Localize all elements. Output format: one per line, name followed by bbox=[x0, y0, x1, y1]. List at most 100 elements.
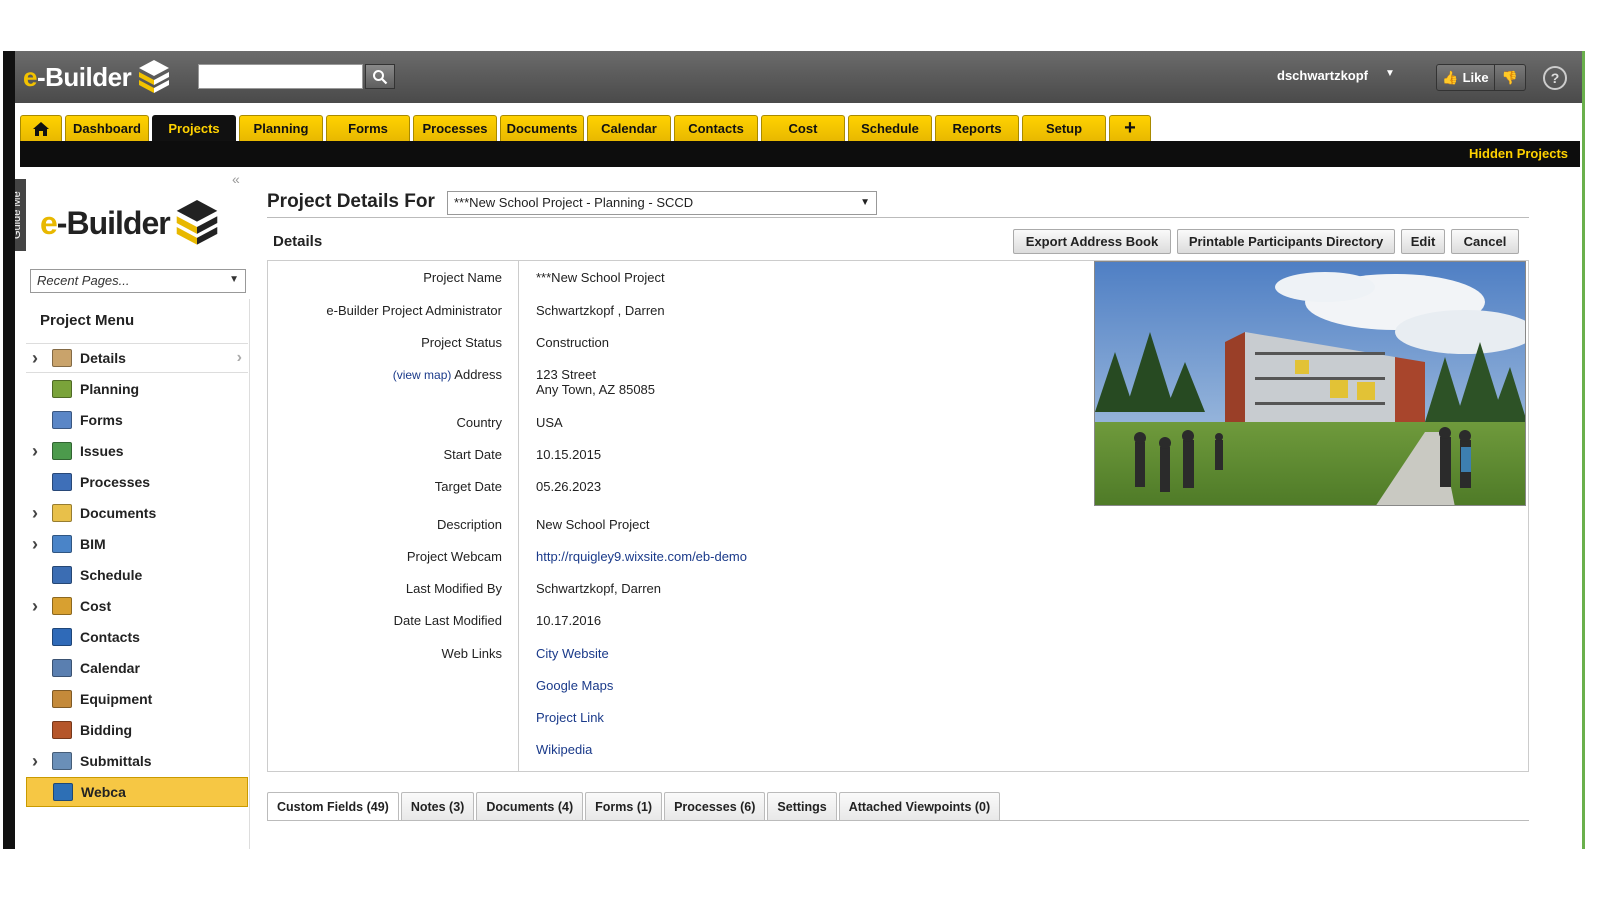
country-label: Country bbox=[456, 415, 502, 430]
tab-documents[interactable]: Documents (4) bbox=[476, 792, 584, 820]
cancel-button[interactable]: Cancel bbox=[1451, 229, 1519, 254]
address-label-row: (view map) Address bbox=[393, 367, 502, 382]
sidebar-item-submittals[interactable]: › Submittals bbox=[26, 746, 248, 776]
web-link-city-website[interactable]: City Website bbox=[536, 646, 609, 661]
project-name-value: ***New School Project bbox=[536, 270, 665, 285]
tab-documents[interactable]: Documents bbox=[500, 115, 584, 141]
project-webcam-label: Project Webcam bbox=[406, 549, 502, 564]
gavel-icon bbox=[52, 721, 72, 739]
sidebar-item-label: Webca bbox=[81, 784, 126, 800]
collapse-sidebar-icon[interactable]: « bbox=[232, 171, 240, 187]
nav-tabs: Dashboard Projects Planning Forms Proces… bbox=[20, 115, 1151, 141]
tab-calendar[interactable]: Calendar bbox=[587, 115, 671, 141]
issues-icon bbox=[52, 442, 72, 460]
tab-forms[interactable]: Forms bbox=[326, 115, 410, 141]
processes-icon bbox=[52, 473, 72, 491]
last-modified-by-value: Schwartzkopf, Darren bbox=[536, 581, 661, 596]
sidebar-item-webcam[interactable]: Webca bbox=[26, 777, 248, 807]
project-webcam-link[interactable]: http://rquigley9.wixsite.com/eb-demo bbox=[536, 549, 747, 564]
sidebar-item-bidding[interactable]: Bidding bbox=[26, 715, 248, 745]
submittals-icon bbox=[52, 752, 72, 770]
sidebar-item-label: Issues bbox=[80, 443, 124, 459]
tab-cost[interactable]: Cost bbox=[761, 115, 845, 141]
tab-contacts[interactable]: Contacts bbox=[674, 115, 758, 141]
chevron-right-icon[interactable]: › bbox=[26, 596, 44, 617]
sidebar-item-forms[interactable]: Forms bbox=[26, 405, 248, 435]
like-dislike-group: 👍 Like 👎 bbox=[1436, 64, 1526, 91]
tab-custom-fields[interactable]: Custom Fields (49) bbox=[267, 792, 399, 820]
tab-projects[interactable]: Projects bbox=[152, 115, 236, 141]
tab-processes[interactable]: Processes (6) bbox=[664, 792, 766, 820]
top-header: e-Builder dschwartzkopf ▼ 👍 Like 👎 ? bbox=[15, 51, 1582, 103]
status-label: Project Status bbox=[421, 335, 502, 350]
tab-dashboard[interactable]: Dashboard bbox=[65, 115, 149, 141]
chevron-right-icon[interactable]: › bbox=[26, 503, 44, 524]
sidebar-item-calendar[interactable]: Calendar bbox=[26, 653, 248, 683]
user-menu-caret-icon[interactable]: ▼ bbox=[1385, 68, 1395, 79]
recent-pages-select[interactable]: Recent Pages... ▼ bbox=[30, 269, 246, 293]
sidebar-item-label: Details bbox=[80, 350, 126, 366]
brand-logo[interactable]: e-Builder bbox=[23, 57, 171, 97]
sidebar-item-issues[interactable]: › Issues bbox=[26, 436, 248, 466]
project-select-value: ***New School Project - Planning - SCCD bbox=[454, 195, 694, 210]
country-value: USA bbox=[536, 415, 563, 430]
global-search-input[interactable] bbox=[198, 64, 363, 89]
hidden-projects-link[interactable]: Hidden Projects bbox=[1469, 146, 1568, 161]
tab-attached-viewpoints[interactable]: Attached Viewpoints (0) bbox=[838, 792, 1001, 820]
dislike-button[interactable]: 👎 bbox=[1495, 65, 1525, 90]
edit-button[interactable]: Edit bbox=[1401, 229, 1445, 254]
project-menu-title: Project Menu bbox=[40, 312, 135, 329]
cube-logo-icon bbox=[176, 200, 217, 245]
like-label: Like bbox=[1462, 70, 1489, 85]
tab-reports[interactable]: Reports bbox=[935, 115, 1019, 141]
help-button[interactable]: ? bbox=[1543, 66, 1567, 90]
project-select[interactable]: ***New School Project - Planning - SCCD … bbox=[447, 191, 877, 215]
main-nav: Dashboard Projects Planning Forms Proces… bbox=[15, 103, 1582, 141]
tab-settings[interactable]: Settings bbox=[767, 792, 837, 820]
forms-icon bbox=[52, 411, 72, 429]
tab-forms[interactable]: Forms (1) bbox=[585, 792, 663, 820]
tab-notes[interactable]: Notes (3) bbox=[400, 792, 475, 820]
home-icon bbox=[33, 121, 49, 136]
sidebar-item-bim[interactable]: › BIM bbox=[26, 529, 248, 559]
search-button[interactable] bbox=[365, 64, 395, 89]
details-label-column: Project Name e-Builder Project Administr… bbox=[268, 261, 519, 771]
chevron-right-icon[interactable]: › bbox=[26, 348, 44, 369]
sidebar-item-equipment[interactable]: Equipment bbox=[26, 684, 248, 714]
web-link-wikipedia[interactable]: Wikipedia bbox=[536, 742, 592, 757]
sidebar-item-planning[interactable]: Planning bbox=[26, 374, 248, 404]
project-menu: Project Menu › Details › Planning Forms › Issu… bbox=[26, 299, 250, 849]
like-button[interactable]: 👍 Like bbox=[1437, 65, 1495, 90]
sidebar-item-documents[interactable]: › Documents bbox=[26, 498, 248, 528]
sidebar-item-processes[interactable]: Processes bbox=[26, 467, 248, 497]
printable-participants-directory-button[interactable]: Printable Participants Directory bbox=[1177, 229, 1395, 254]
sidebar-item-cost[interactable]: › Cost bbox=[26, 591, 248, 621]
sidebar-item-schedule[interactable]: Schedule bbox=[26, 560, 248, 590]
sidebar-item-contacts[interactable]: Contacts bbox=[26, 622, 248, 652]
web-link-google-maps[interactable]: Google Maps bbox=[536, 678, 613, 693]
thumbs-up-icon: 👍 bbox=[1442, 69, 1459, 85]
main-content: Project Details For ***New School Projec… bbox=[267, 167, 1529, 849]
chevron-right-icon: › bbox=[236, 349, 242, 366]
sidebar-item-label: Bidding bbox=[80, 722, 133, 738]
view-map-link[interactable]: (view map) bbox=[393, 368, 452, 382]
chevron-right-icon[interactable]: › bbox=[26, 534, 44, 555]
schedule-icon bbox=[52, 566, 72, 584]
sidebar-item-details[interactable]: › Details › bbox=[26, 343, 248, 373]
contacts-book-icon bbox=[52, 628, 72, 646]
tab-setup[interactable]: Setup bbox=[1022, 115, 1106, 141]
description-label: Description bbox=[436, 517, 502, 532]
add-tab-button[interactable]: + bbox=[1109, 115, 1151, 141]
user-menu-name[interactable]: dschwartzkopf bbox=[1277, 68, 1368, 83]
tab-schedule[interactable]: Schedule bbox=[848, 115, 932, 141]
export-address-book-button[interactable]: Export Address Book bbox=[1013, 229, 1171, 254]
home-tab[interactable] bbox=[20, 115, 62, 141]
web-link-project-link[interactable]: Project Link bbox=[536, 710, 604, 725]
chevron-right-icon[interactable]: › bbox=[26, 751, 44, 772]
tab-planning[interactable]: Planning bbox=[239, 115, 323, 141]
guide-me-tab[interactable]: Guide Me bbox=[15, 179, 26, 251]
tab-processes[interactable]: Processes bbox=[413, 115, 497, 141]
chevron-right-icon[interactable]: › bbox=[26, 441, 44, 462]
page-title: Project Details For bbox=[267, 191, 435, 212]
divider bbox=[267, 217, 1529, 218]
